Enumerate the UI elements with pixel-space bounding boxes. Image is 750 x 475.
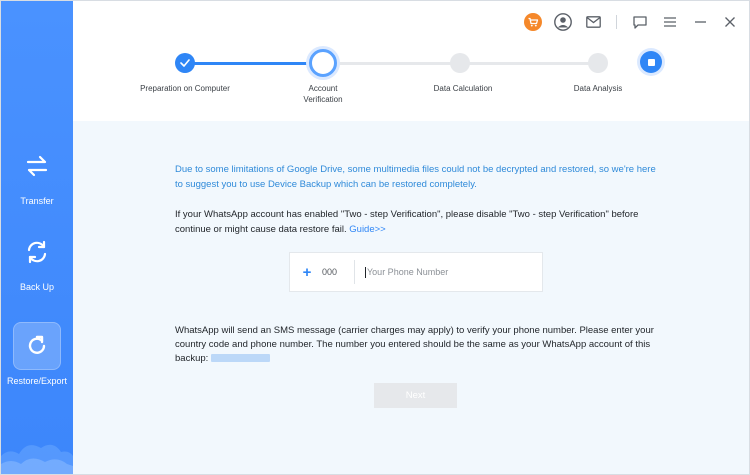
sidebar-item-label: Restore/Export [6,376,68,386]
sidebar-item-transfer[interactable]: Transfer [1,142,73,206]
user-icon [554,13,572,31]
sidebar: Transfer Back Up Restore/Export [1,1,73,474]
clouds-decoration [1,444,73,474]
sidebar-item-label: Back Up [19,282,54,292]
minimize-button[interactable] [691,13,709,31]
menu-icon [664,17,676,27]
close-icon [725,17,735,27]
two-step-info: If your WhatsApp account has enabled "Tw… [175,207,670,237]
restore-icon [13,322,61,370]
app-window: Transfer Back Up Restore/Export Preparat… [0,0,750,475]
account-button[interactable] [554,13,572,31]
backup-icon [13,228,61,276]
title-bar [73,1,749,41]
cart-button[interactable] [524,13,542,31]
step-4-label: Data Analysis [573,84,623,93]
drive-limitation-notice: Due to some limitations of Google Drive,… [175,164,656,190]
step-2-label: Account Verification [303,84,343,104]
feedback-icon [633,15,647,29]
phone-field-divider [354,260,355,284]
stop-icon [647,58,655,66]
cart-icon [524,13,542,31]
two-step-info-text: If your WhatsApp account has enabled "Tw… [175,209,639,235]
mail-icon [585,16,601,28]
progress-stepper: Preparation on Computer Account Verifica… [73,41,749,121]
sidebar-item-backup[interactable]: Back Up [1,228,73,292]
guide-link[interactable]: Guide>> [349,224,385,235]
stop-button[interactable] [640,51,662,73]
country-code-field[interactable]: 000 [322,267,354,277]
mail-button[interactable] [584,13,602,31]
phone-number-input[interactable] [367,267,537,277]
sidebar-item-restore-export[interactable]: Restore/Export [1,322,73,386]
sms-verification-note: WhatsApp will send an SMS message (carri… [175,324,665,366]
toolbar-divider [616,15,617,29]
next-button[interactable]: Next [374,383,457,408]
main-content: Due to some limitations of Google Drive,… [73,121,749,474]
minimize-icon [694,21,706,23]
check-icon [180,59,190,67]
progress-track-done [185,62,321,65]
step-1-label: Preparation on Computer [140,84,230,93]
masked-phone-number [211,354,271,363]
close-button[interactable] [721,13,739,31]
step-2-dot [309,49,337,77]
plus-icon: + [302,263,312,281]
text-caret [365,266,366,278]
phone-number-field: + 000 [289,252,543,292]
step-4-dot [588,53,608,73]
feedback-button[interactable] [631,13,649,31]
menu-button[interactable] [661,13,679,31]
transfer-icon [13,142,61,190]
step-3-label: Data Calculation [433,84,493,93]
sidebar-item-label: Transfer [20,196,54,206]
step-3-dot [450,53,470,73]
step-1-dot [175,53,195,73]
